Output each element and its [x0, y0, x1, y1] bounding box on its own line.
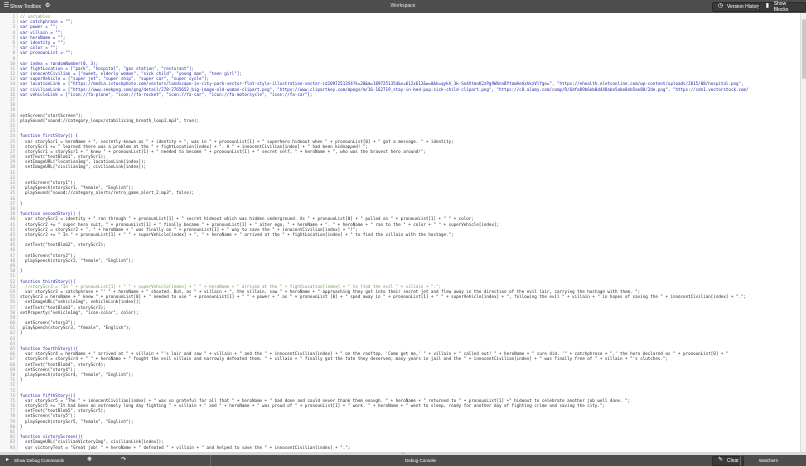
divider — [740, 455, 741, 466]
clock-icon: ◷ — [717, 3, 724, 9]
step-icon-button[interactable]: ↷ — [120, 456, 127, 465]
workspace-title: Workspace — [390, 3, 416, 9]
editor-scrollbar[interactable] — [800, 13, 806, 452]
toolbox-icon: ☰ — [3, 3, 10, 9]
show-debug-commands-toggle[interactable]: ▸ Show Debug Commands — [4, 456, 64, 465]
divider — [210, 455, 211, 466]
code-lines[interactable]: 1// variables 2 var catchphrase = ""; 3 var … — [0, 14, 800, 450]
settings-icon[interactable]: ⚙ — [44, 3, 51, 10]
debug-console-title: Debug Console — [405, 458, 437, 463]
debug-bar: ▸ Show Debug Commands ❋ ↷ Debug Console … — [0, 455, 806, 466]
bug-icon-button[interactable]: ❋ — [86, 456, 93, 465]
code-line[interactable]: 84 var victoryText = "Great job! " + her… — [0, 445, 800, 450]
code-editor[interactable]: 1// variables 2 var catchphrase = ""; 3 var … — [0, 13, 800, 452]
step-icon: ↷ — [120, 457, 127, 463]
scrollbar-thumb[interactable] — [802, 19, 806, 79]
workspace-header: ☰ Show Toolbox ⚙ Workspace ◷ Version His… — [0, 0, 806, 13]
chevron-right-icon: ▸ — [5, 457, 9, 463]
line-number: 84 — [9, 444, 15, 450]
eraser-icon: ✎ — [717, 457, 724, 463]
bug-icon: ❋ — [86, 457, 93, 463]
show-toolbox-label: Show Toolbox — [10, 3, 42, 10]
show-blocks-button[interactable]: ▮ Show Blocks — [759, 1, 806, 13]
puzzle-icon: ▮ — [765, 3, 769, 9]
version-history-button[interactable]: ◷ Version History — [712, 1, 766, 12]
code-text[interactable]: var victoryText = "Great job! " + heroNa… — [17, 445, 800, 450]
show-toolbox-toggle[interactable]: ☰ Show Toolbox ⚙ — [3, 2, 51, 11]
watchers-title: Watchers — [759, 458, 778, 463]
